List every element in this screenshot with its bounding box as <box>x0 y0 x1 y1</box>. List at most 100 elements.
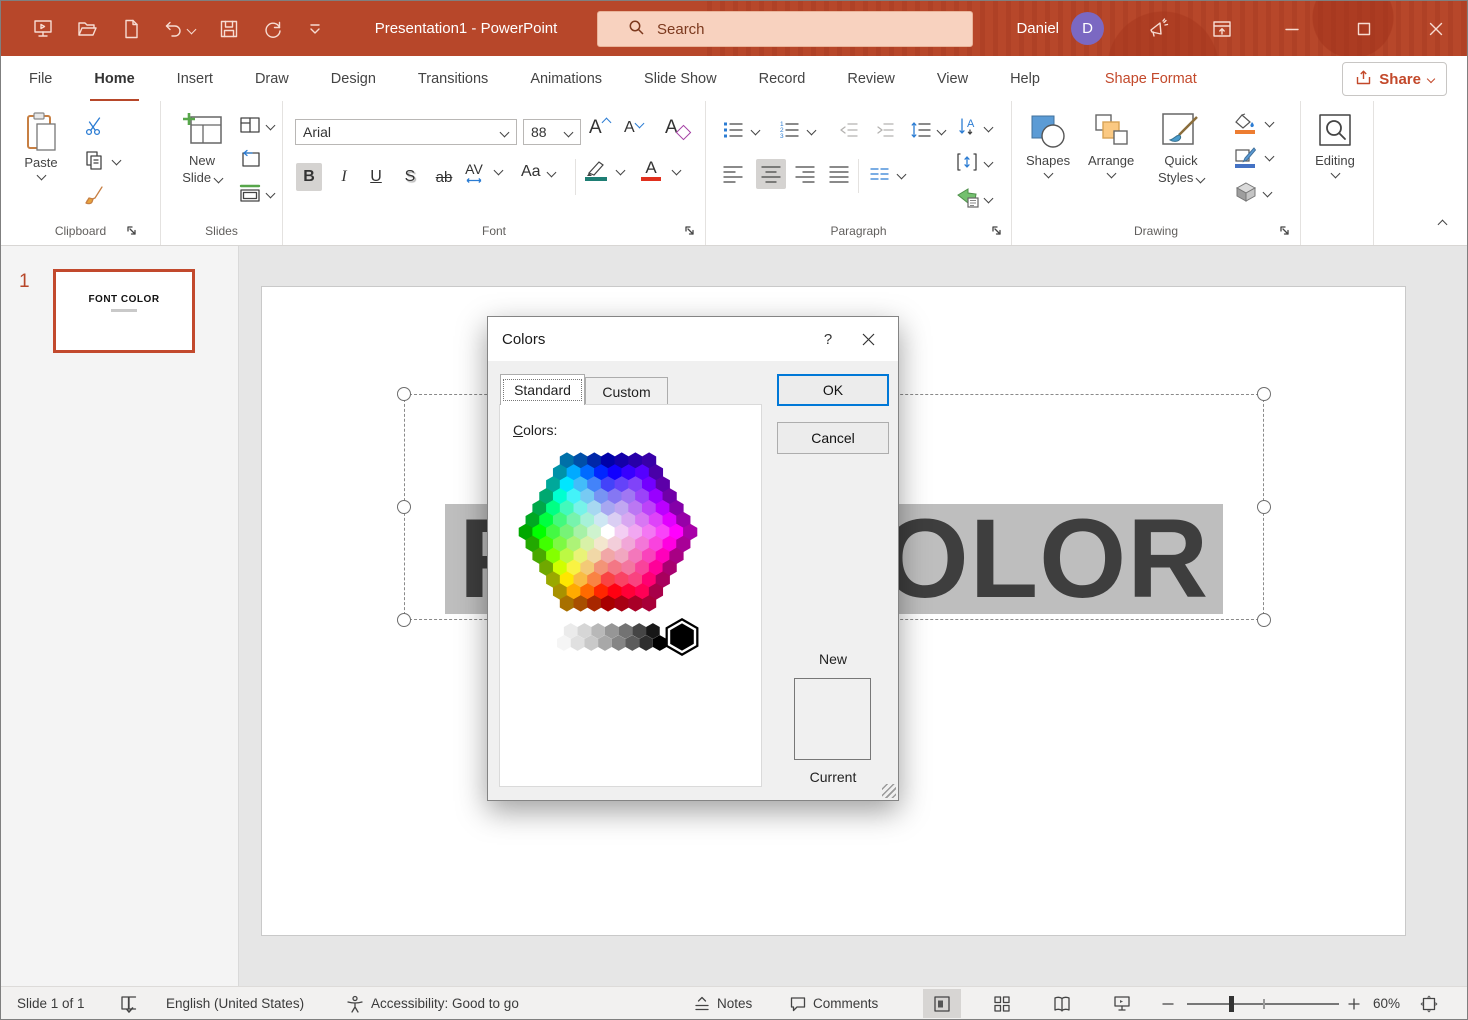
font-color-button[interactable]: A <box>641 159 661 181</box>
section-button[interactable] <box>239 183 274 203</box>
italic-button[interactable]: I <box>331 163 357 191</box>
increase-indent-button[interactable] <box>874 119 896 141</box>
selection-handle[interactable] <box>397 613 411 627</box>
accessibility-icon[interactable] <box>345 987 365 1020</box>
tab-slide-show[interactable]: Slide Show <box>640 58 721 99</box>
align-left-button[interactable] <box>722 163 744 185</box>
editing-button[interactable]: Editing <box>1315 111 1355 177</box>
align-center-button[interactable] <box>756 159 786 189</box>
tab-design[interactable]: Design <box>327 58 380 99</box>
character-spacing-chevron[interactable] <box>495 167 502 174</box>
quick-styles-button[interactable]: Quick Styles <box>1158 111 1204 185</box>
zoom-in-icon[interactable] <box>1347 987 1361 1020</box>
slide-indicator[interactable]: Slide 1 of 1 <box>17 987 85 1020</box>
text-shadow-button[interactable]: S <box>397 163 423 191</box>
strikethrough-button[interactable]: ab <box>429 163 459 191</box>
selection-handle[interactable] <box>1257 387 1271 401</box>
arrange-button[interactable]: Arrange <box>1088 111 1134 177</box>
selection-handle[interactable] <box>1257 613 1271 627</box>
shapes-button[interactable]: Shapes <box>1026 111 1070 177</box>
underline-button[interactable]: U <box>363 163 389 191</box>
slide-layout-button[interactable] <box>239 115 274 135</box>
ok-button[interactable]: OK <box>777 374 889 406</box>
accessibility-status[interactable]: Accessibility: Good to go <box>371 987 519 1020</box>
zoom-slider[interactable] <box>1187 987 1339 1020</box>
dialog-launcher-icon[interactable] <box>990 224 1004 238</box>
standard-color-hexagon-picker[interactable] <box>500 441 763 691</box>
tab-home[interactable]: Home <box>90 55 138 102</box>
help-icon[interactable]: ? <box>808 324 848 354</box>
text-direction-button[interactable]: A <box>956 115 992 139</box>
tab-review[interactable]: Review <box>843 58 899 99</box>
selection-handle[interactable] <box>397 500 411 514</box>
resize-grip[interactable] <box>882 784 896 798</box>
dialog-launcher-icon[interactable] <box>1278 224 1292 238</box>
maximize-button[interactable] <box>1335 1 1393 56</box>
megaphone-icon[interactable] <box>1129 1 1187 56</box>
zoom-out-icon[interactable] <box>1161 987 1175 1020</box>
shrink-font-button[interactable]: A <box>624 119 643 137</box>
format-painter-button[interactable] <box>83 183 107 207</box>
decrease-indent-button[interactable] <box>838 119 860 141</box>
tab-animations[interactable]: Animations <box>526 58 606 99</box>
tab-transitions[interactable]: Transitions <box>414 58 492 99</box>
search-input[interactable]: Search <box>597 11 973 47</box>
font-color-chevron[interactable] <box>673 167 680 174</box>
user-name[interactable]: Daniel <box>1016 1 1059 56</box>
close-icon[interactable] <box>848 324 888 354</box>
new-slide-button[interactable]: New Slide <box>181 111 223 185</box>
font-size-select[interactable]: 88 <box>523 119 581 145</box>
shape-effects-button[interactable] <box>1234 181 1271 203</box>
selection-handle[interactable] <box>397 387 411 401</box>
start-slideshow-icon[interactable] <box>29 15 57 43</box>
shape-fill-button[interactable] <box>1234 113 1256 134</box>
line-spacing-button[interactable] <box>910 119 945 141</box>
align-right-button[interactable] <box>794 163 816 185</box>
shape-outline-button[interactable] <box>1234 147 1256 168</box>
tab-file[interactable]: File <box>25 58 56 99</box>
bullets-button[interactable] <box>722 119 759 141</box>
slide-sorter-view-button[interactable] <box>983 989 1021 1018</box>
reset-slide-button[interactable] <box>239 149 261 169</box>
convert-to-smartart-button[interactable] <box>956 187 992 209</box>
collapse-ribbon-icon[interactable] <box>1439 221 1446 228</box>
bold-button[interactable]: B <box>296 163 322 191</box>
align-text-button[interactable] <box>956 151 992 173</box>
ribbon-display-options-icon[interactable] <box>1193 1 1251 56</box>
minimize-button[interactable] <box>1263 1 1321 56</box>
shape-fill-chevron[interactable] <box>1266 119 1273 126</box>
tab-standard[interactable]: Standard <box>500 374 585 405</box>
tab-custom[interactable]: Custom <box>585 377 668 405</box>
avatar[interactable]: D <box>1071 12 1104 45</box>
cancel-button[interactable]: Cancel <box>777 422 889 454</box>
text-highlight-color-button[interactable] <box>585 159 607 181</box>
zoom-slider-thumb[interactable] <box>1229 996 1234 1012</box>
change-case-button[interactable]: Aa <box>521 163 555 181</box>
tab-view[interactable]: View <box>933 58 972 99</box>
dialog-launcher-icon[interactable] <box>683 224 697 238</box>
spellcheck-icon[interactable] <box>119 987 139 1020</box>
numbering-button[interactable]: 123 <box>778 119 815 141</box>
slide-thumbnail[interactable]: FONT COLOR <box>53 269 195 353</box>
comments-button[interactable]: Comments <box>789 987 878 1020</box>
normal-view-button[interactable] <box>923 989 961 1018</box>
font-name-select[interactable]: Arial <box>295 119 517 145</box>
tab-insert[interactable]: Insert <box>173 58 217 99</box>
qat-customize-icon[interactable] <box>301 15 329 43</box>
paste-button[interactable]: Paste <box>23 111 59 179</box>
text-highlight-chevron[interactable] <box>617 167 624 174</box>
zoom-level[interactable]: 60% <box>1373 987 1400 1020</box>
character-spacing-button[interactable]: AV <box>465 161 483 184</box>
fit-slide-to-window-icon[interactable] <box>1419 987 1439 1020</box>
open-icon[interactable] <box>73 15 101 43</box>
tab-draw[interactable]: Draw <box>251 58 293 99</box>
close-button[interactable] <box>1407 1 1465 56</box>
clear-formatting-button[interactable]: A <box>665 117 689 139</box>
grow-font-button[interactable]: A <box>589 117 610 139</box>
copy-button[interactable] <box>83 149 120 171</box>
dialog-title-bar[interactable]: Colors ? <box>488 317 898 361</box>
dialog-launcher-icon[interactable] <box>125 224 139 238</box>
columns-button[interactable] <box>868 163 905 185</box>
tab-shape-format[interactable]: Shape Format <box>1101 58 1201 99</box>
tab-record[interactable]: Record <box>755 58 810 99</box>
